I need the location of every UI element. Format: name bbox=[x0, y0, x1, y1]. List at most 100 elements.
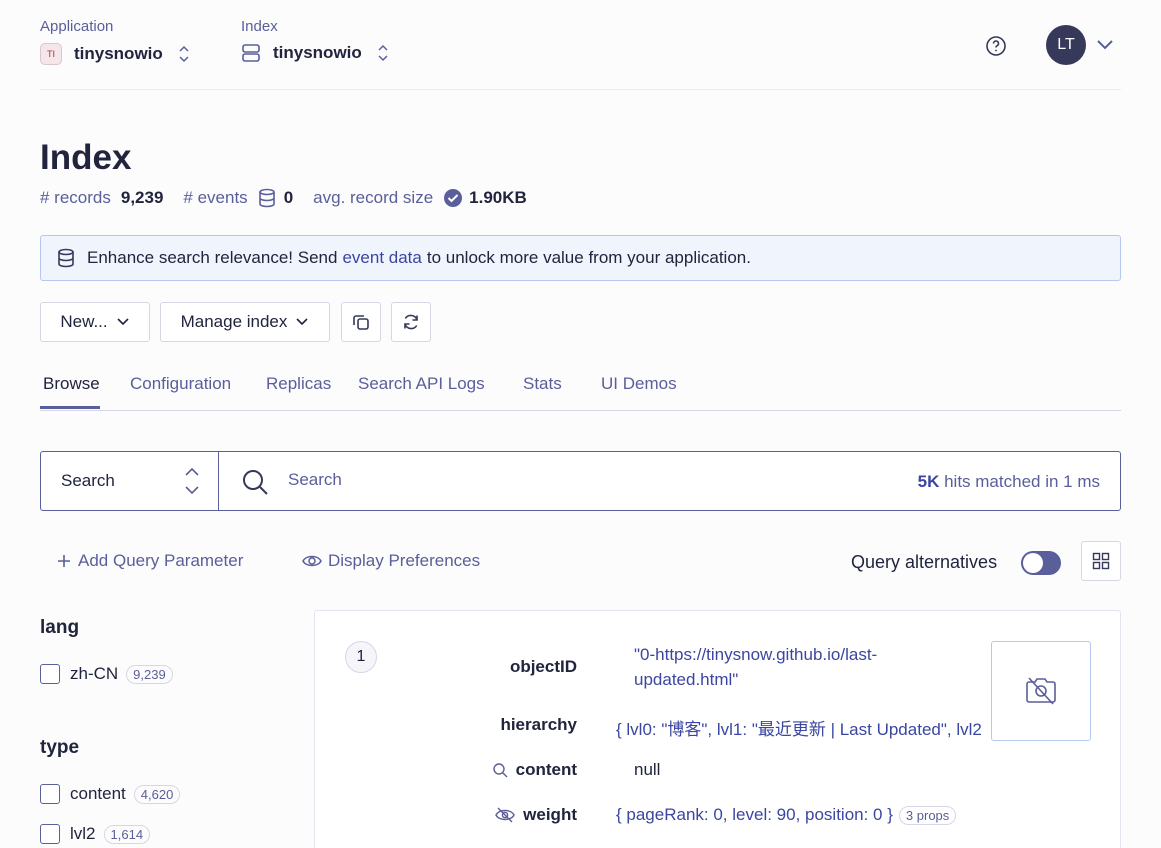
records-label: # records bbox=[40, 188, 111, 207]
facet-count: 1,614 bbox=[103, 824, 151, 844]
tab-configuration[interactable]: Configuration bbox=[130, 374, 231, 394]
avatar[interactable]: LT bbox=[1046, 25, 1086, 65]
avg-size-value: 1.90KB bbox=[469, 188, 527, 207]
attribute-key-objectid: objectID bbox=[509, 657, 577, 676]
events-label: # events bbox=[183, 188, 248, 207]
top-bar: Application TI tinysnowio Index tinysnow… bbox=[40, 0, 1121, 90]
search-bar: Search 5K hits matched in 1 ms bbox=[40, 451, 1121, 511]
active-tab-indicator bbox=[40, 406, 100, 409]
attribute-key-content-row: content bbox=[415, 760, 577, 780]
add-query-parameter-button[interactable]: Add Query Parameter bbox=[56, 551, 243, 571]
grid-icon bbox=[1092, 552, 1110, 570]
hits-summary: 5K hits matched in 1 ms bbox=[918, 472, 1100, 492]
tab-replicas[interactable]: Replicas bbox=[266, 374, 331, 394]
index-stats: # records 9,239 # events 0 avg. record s… bbox=[40, 188, 547, 208]
index-selector[interactable]: Index tinysnowio bbox=[241, 18, 388, 62]
facet-item-label: lvl2 bbox=[70, 824, 96, 843]
application-icon: TI bbox=[40, 43, 62, 65]
attribute-value-hierarchy: { lvl0: "博客", lvl1: "最近更新 | Last Updated… bbox=[616, 720, 982, 739]
attribute-value-objectid-line1: "0-https://tinysnow.github.io/last- bbox=[634, 645, 878, 664]
toggle-knob bbox=[1023, 553, 1043, 573]
facet-count: 4,620 bbox=[133, 784, 181, 804]
grid-view-button[interactable] bbox=[1081, 541, 1121, 581]
database-index-icon bbox=[241, 43, 261, 63]
facet-item-label: content bbox=[70, 784, 126, 803]
facet-item-lvl2[interactable]: lvl2 1,614 bbox=[40, 824, 151, 844]
checkbox[interactable] bbox=[40, 824, 60, 844]
checkbox[interactable] bbox=[40, 664, 60, 684]
copy-button[interactable] bbox=[341, 302, 381, 342]
chevron-down-icon bbox=[117, 318, 129, 326]
checkbox[interactable] bbox=[40, 784, 60, 804]
search-type-select[interactable]: Search bbox=[41, 452, 219, 510]
attribute-key-hierarchy: hierarchy bbox=[500, 715, 577, 734]
facet-item-label: zh-CN bbox=[70, 664, 119, 683]
index-label: Index bbox=[241, 18, 278, 35]
help-icon[interactable] bbox=[984, 34, 1008, 58]
search-icon bbox=[241, 468, 269, 496]
avg-size-label: avg. record size bbox=[313, 188, 434, 207]
index-tabs: Browse Configuration Replicas Search API… bbox=[40, 366, 1121, 411]
tab-stats[interactable]: Stats bbox=[523, 374, 562, 394]
hits-count: 5K bbox=[917, 472, 940, 491]
events-value: 0 bbox=[283, 188, 294, 207]
page-title: Index bbox=[40, 138, 132, 177]
manage-index-button[interactable]: Manage index bbox=[160, 302, 330, 342]
search-type-value: Search bbox=[61, 471, 115, 490]
check-circle-icon bbox=[443, 188, 463, 208]
refresh-icon bbox=[401, 312, 421, 332]
attribute-value-weight-row: { pageRank: 0, level: 90, position: 0 } 3… bbox=[616, 805, 957, 825]
display-preferences-button[interactable]: Display Preferences bbox=[302, 551, 480, 571]
chevron-up-down-icon bbox=[179, 45, 189, 63]
tab-browse[interactable]: Browse bbox=[43, 374, 100, 394]
eye-off-icon bbox=[495, 807, 515, 823]
manage-index-label: Manage index bbox=[180, 312, 288, 331]
refresh-button[interactable] bbox=[391, 302, 431, 342]
application-selector[interactable]: Application TI tinysnowio bbox=[40, 18, 189, 65]
banner-text-end: to unlock more value from your applicati… bbox=[426, 248, 751, 267]
attribute-key-content: content bbox=[515, 760, 577, 779]
camera-off-icon bbox=[1026, 677, 1056, 705]
chevron-down-icon[interactable] bbox=[1095, 36, 1115, 52]
plus-icon bbox=[58, 555, 70, 567]
chevron-up-down-icon bbox=[378, 44, 388, 62]
record-rank: 1 bbox=[345, 641, 377, 673]
query-alternatives-toggle[interactable] bbox=[1021, 551, 1061, 575]
attribute-value-objectid-line2: updated.html" bbox=[634, 670, 739, 689]
chevron-up-down-icon bbox=[185, 467, 199, 495]
tab-ui-demos[interactable]: UI Demos bbox=[601, 374, 677, 394]
database-icon bbox=[57, 248, 75, 268]
database-icon bbox=[258, 188, 276, 208]
add-query-parameter-label: Add Query Parameter bbox=[78, 551, 244, 570]
attribute-value-weight: { pageRank: 0, level: 90, position: 0 } bbox=[616, 805, 893, 824]
index-value: tinysnowio bbox=[273, 43, 362, 62]
hits-text: hits matched in 1 ms bbox=[944, 472, 1100, 491]
record-card[interactable]: 1 objectID "0-https://tinysnow.github.io… bbox=[314, 610, 1121, 848]
application-value: tinysnowio bbox=[74, 44, 163, 63]
banner-text: Enhance search relevance! Send bbox=[87, 248, 338, 267]
eye-icon bbox=[302, 555, 322, 567]
tab-search-api-logs[interactable]: Search API Logs bbox=[358, 374, 485, 394]
record-image-placeholder bbox=[991, 641, 1091, 741]
event-data-link[interactable]: event data bbox=[342, 248, 421, 268]
new-button-label: New... bbox=[60, 312, 108, 331]
search-icon bbox=[492, 763, 508, 778]
records-value: 9,239 bbox=[120, 188, 164, 207]
facet-item-content[interactable]: content 4,620 bbox=[40, 784, 181, 804]
attribute-key-weight-row: weight bbox=[415, 805, 577, 825]
new-button[interactable]: New... bbox=[40, 302, 150, 342]
attribute-value-content: null bbox=[634, 760, 661, 779]
facet-title-type: type bbox=[40, 737, 80, 758]
facet-count: 9,239 bbox=[126, 664, 173, 684]
facet-item-zh-cn[interactable]: zh-CN 9,239 bbox=[40, 664, 173, 684]
query-alternatives-label: Query alternatives bbox=[851, 552, 998, 572]
event-data-banner: Enhance search relevance! Send event dat… bbox=[40, 235, 1121, 281]
display-preferences-label: Display Preferences bbox=[328, 551, 481, 570]
chevron-down-icon bbox=[296, 318, 308, 326]
facet-title-lang: lang bbox=[40, 617, 80, 638]
attribute-key-weight: weight bbox=[523, 805, 577, 824]
application-label: Application bbox=[40, 18, 114, 35]
copy-icon bbox=[351, 312, 371, 332]
search-input[interactable] bbox=[288, 470, 788, 490]
props-count-badge[interactable]: 3 props bbox=[898, 806, 957, 825]
